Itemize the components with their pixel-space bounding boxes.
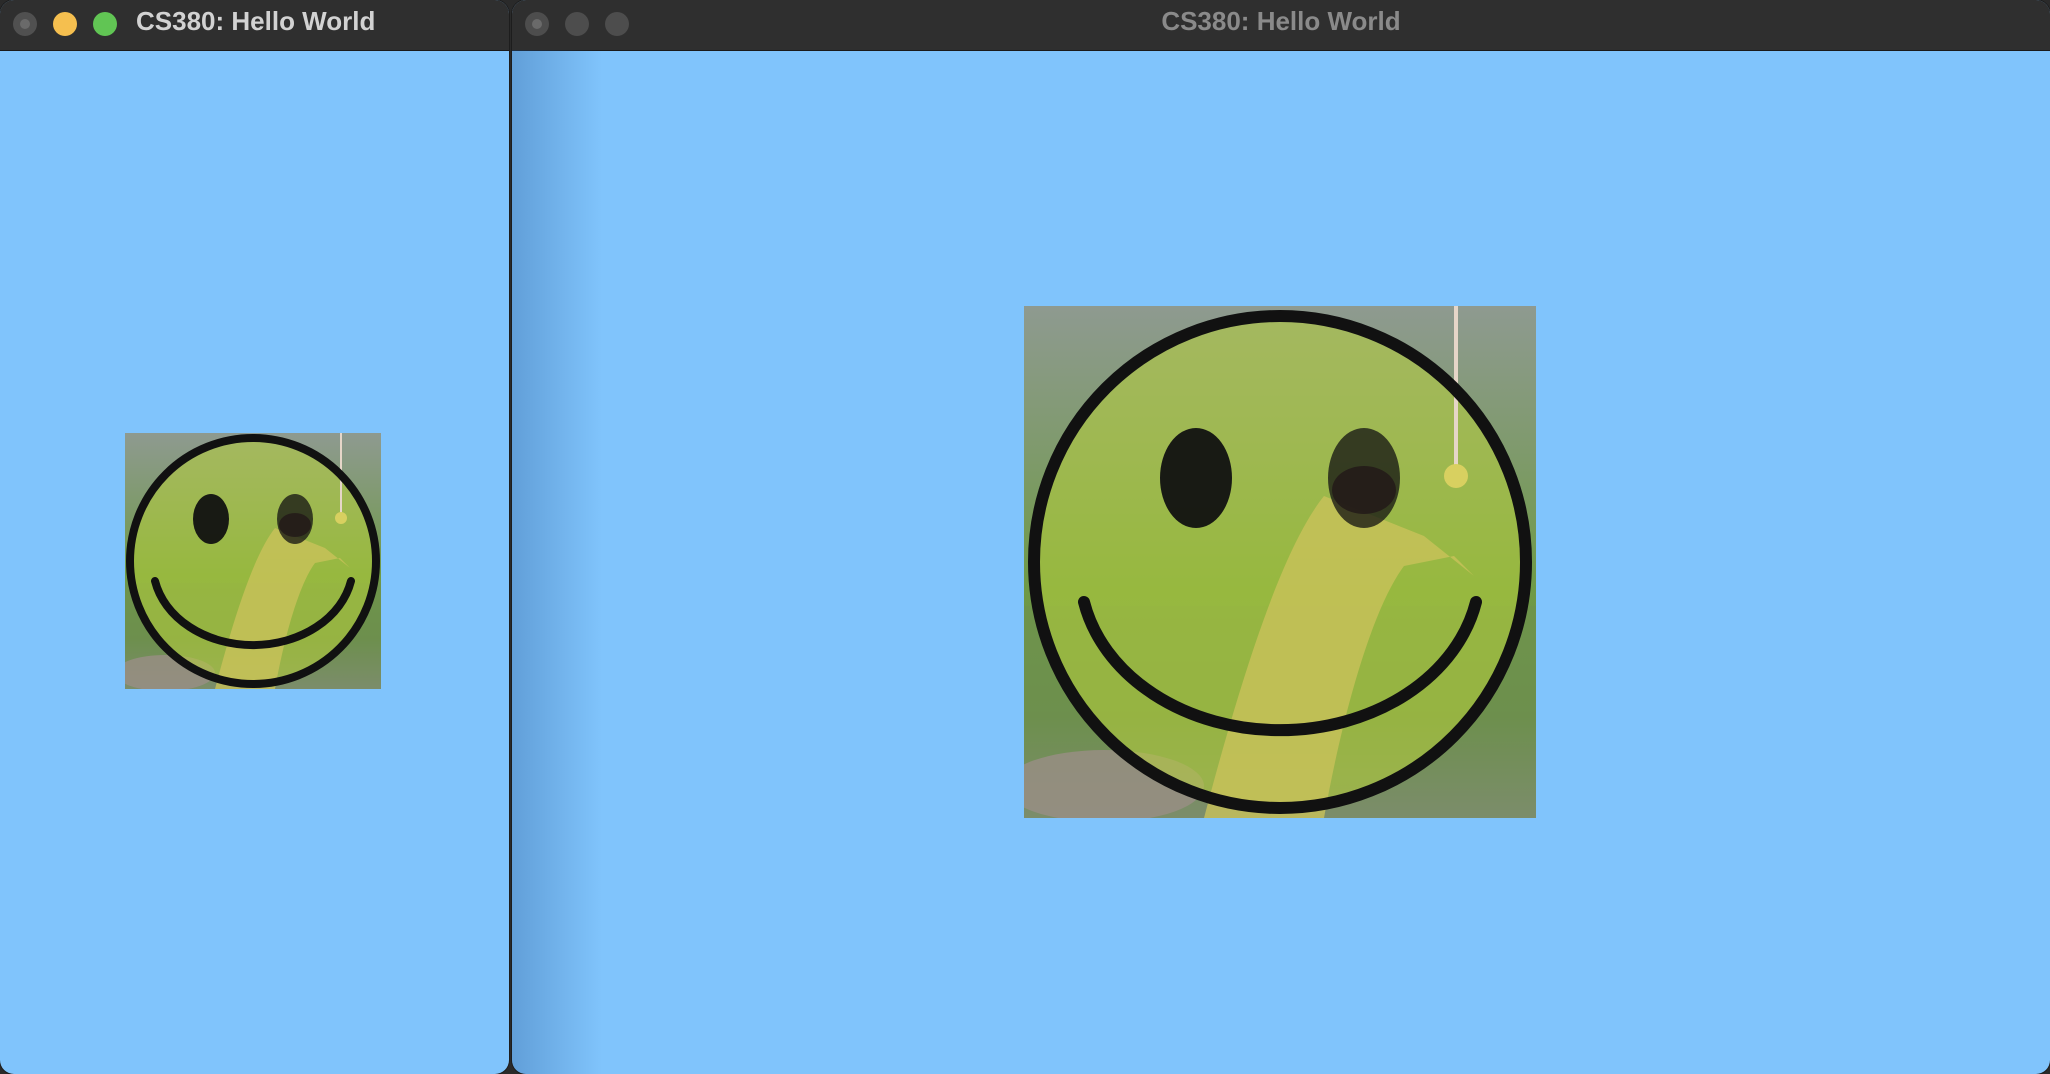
window-title: CS380: Hello World (1161, 6, 1401, 36)
left-window-titlebar[interactable]: CS380: Hello World (0, 0, 509, 51)
left-window: CS380: Hello World (0, 0, 509, 1074)
close-button[interactable] (13, 12, 37, 36)
close-icon (20, 19, 30, 29)
right-window-titlebar[interactable]: CS380: Hello World (512, 0, 2050, 51)
minimize-button[interactable] (53, 12, 77, 36)
smiley-squirrel-image (125, 433, 381, 689)
zoom-button[interactable] (93, 12, 117, 36)
window-shadow (512, 50, 602, 1074)
smiley-squirrel-image (1024, 306, 1536, 818)
smiley-face-graphic (1024, 306, 1536, 818)
right-window: CS380: Hello World (512, 0, 2050, 1074)
smiley-face-graphic (125, 433, 381, 689)
window-title: CS380: Hello World (136, 6, 376, 36)
